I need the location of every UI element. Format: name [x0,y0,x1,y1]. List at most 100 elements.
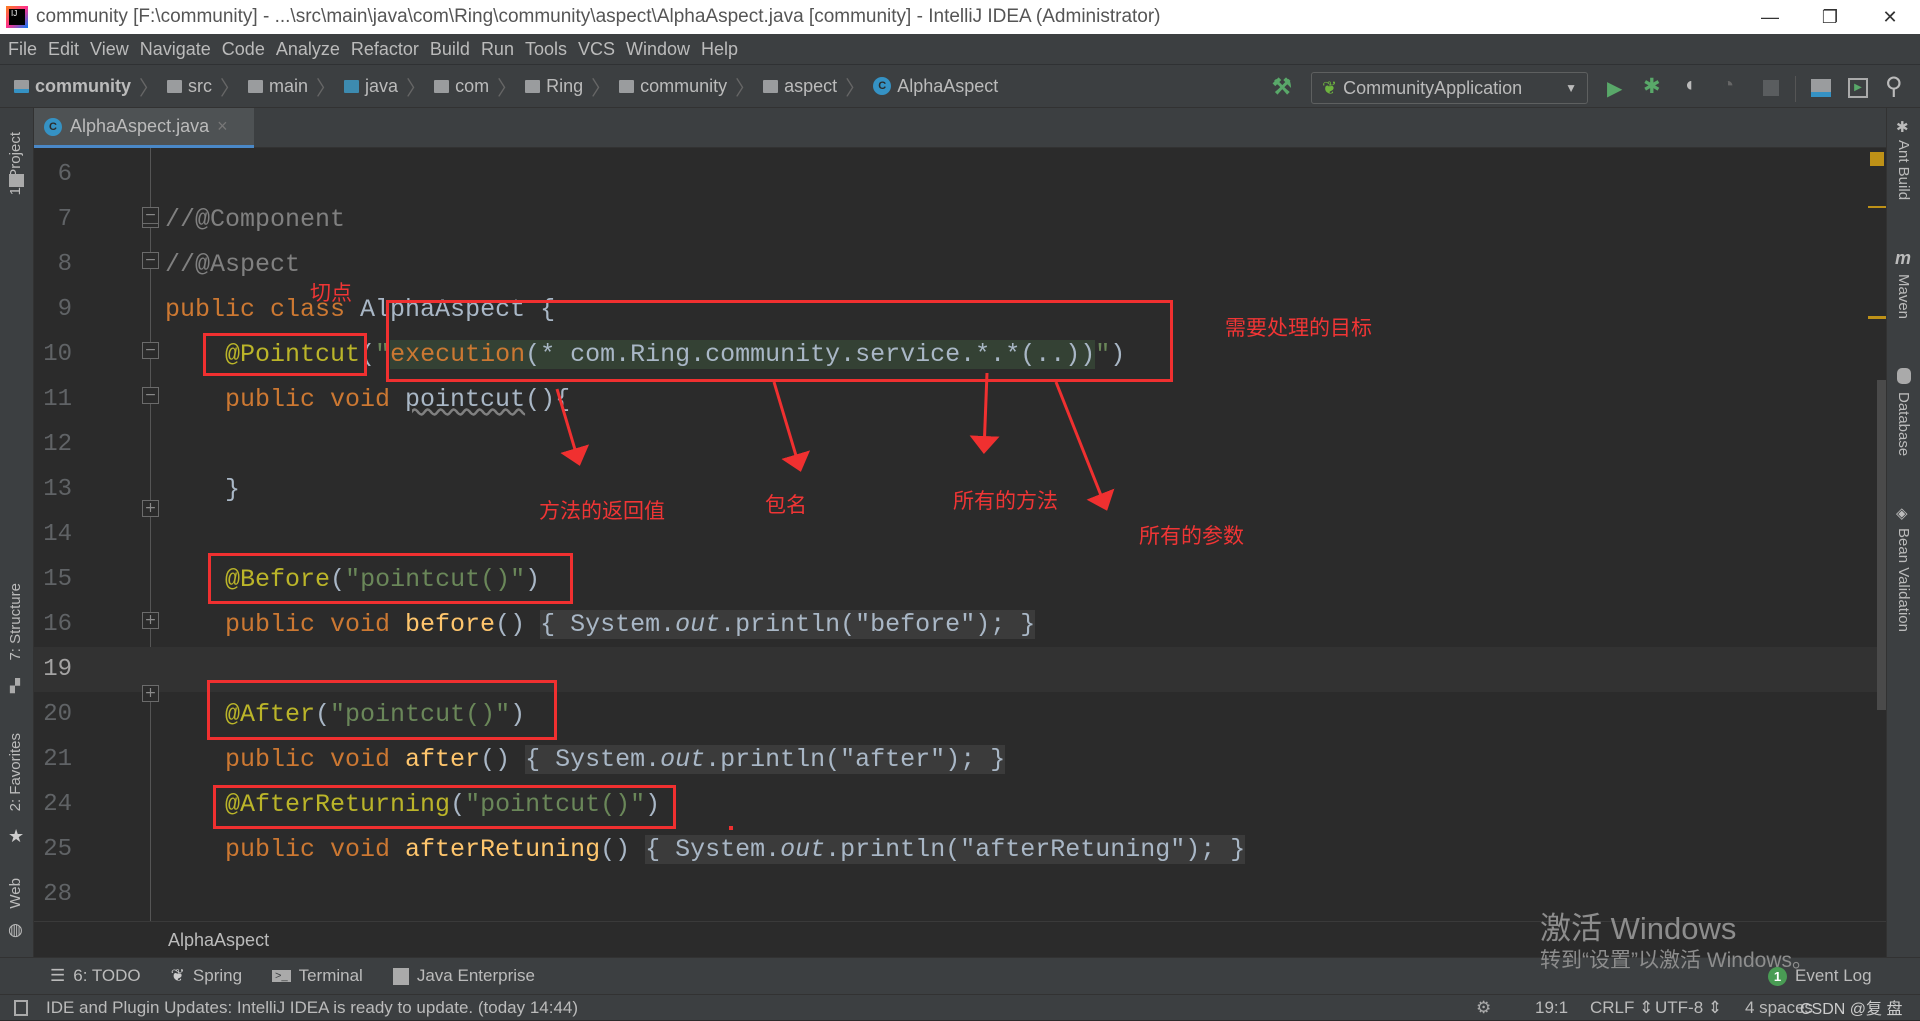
minimize-button[interactable]: — [1740,0,1800,34]
crumb-aspect[interactable]: aspect 〉 [763,72,873,101]
annotation-box-afterreturning [213,785,676,829]
crumb-community-pkg[interactable]: community 〉 [619,72,763,101]
code-line[interactable]: 21 public void after() { System.out.prin… [34,737,1886,782]
menu-vcs[interactable]: VCS [578,39,615,60]
code-token: afterRetuning [405,835,601,864]
code-token: { [645,835,676,864]
crumb-src[interactable]: src 〉 [167,72,248,101]
warning-marker[interactable] [1870,152,1884,166]
annotation-box-before [208,553,573,604]
fold-collapse-icon[interactable]: − [142,252,159,269]
code-token: public void [165,835,406,864]
menu-file[interactable]: File [8,39,37,60]
code-line[interactable]: 11 public void pointcut(){ [34,377,1886,422]
notification-icon[interactable] [14,1000,28,1016]
code-token: ); [945,745,976,774]
error-stripe-mark[interactable] [1868,316,1886,319]
menu-navigate[interactable]: Navigate [140,39,211,60]
code-line[interactable]: 14 [34,512,1886,557]
tool-bean-validation[interactable]: Bean Validation [1895,528,1912,632]
project-structure-icon[interactable] [1811,79,1831,97]
stop-icon[interactable] [1763,80,1779,96]
code-token: out [675,610,721,639]
crumb-java[interactable]: java 〉 [344,72,434,101]
run-configuration-select[interactable]: ❦ CommunityApplication ▼ [1311,72,1588,104]
menu-view[interactable]: View [90,39,129,60]
tool-terminal[interactable]: >_ Terminal [272,966,363,986]
left-tool-strip: 1: Project 7: Structure ▞ 2: Favorites ★… [0,108,34,994]
tab-alphaaspect-java[interactable]: C AlphaAspect.java × [34,108,254,148]
crumb-community[interactable]: community 〉 [14,72,167,101]
tool-database[interactable]: Database [1895,392,1912,456]
fold-collapse-icon[interactable]: − [142,387,159,404]
menu-analyze[interactable]: Analyze [276,39,340,60]
close-tab-icon[interactable]: × [217,116,228,137]
caret-position[interactable]: 19:1 [1535,995,1568,1021]
crumb-alphaaspect[interactable]: C AlphaAspect [873,76,998,97]
tool-favorites[interactable]: 2: Favorites [7,733,24,811]
crumb-ring[interactable]: Ring 〉 [525,72,619,101]
tool-todo[interactable]: ☰ 6: TODO [50,966,141,986]
breadcrumb-class[interactable]: AlphaAspect [168,930,269,950]
crumb-com[interactable]: com 〉 [434,72,525,101]
line-number: 7 [57,206,72,233]
run-window-icon[interactable]: ▶ [1848,78,1868,98]
code-line[interactable]: 16 public void before() { System.out.pri… [34,602,1886,647]
menu-build[interactable]: Build [430,39,470,60]
code-line[interactable]: 6 [34,152,1886,197]
bean-validation-icon: ◈ [1896,505,1908,522]
run-with-coverage-icon[interactable]: ◖ [1683,74,1695,97]
tool-structure[interactable]: 7: Structure [7,583,24,661]
debug-bug-icon[interactable]: ✱ [1643,74,1661,99]
tool-web[interactable]: Web [7,878,24,909]
restore-button[interactable]: ❐ [1800,0,1860,34]
search-icon[interactable]: ⚲ [1885,72,1903,101]
line-separator-select[interactable]: CRLF ⇕ [1590,995,1653,1021]
tool-java-enterprise[interactable]: Java Enterprise [392,966,535,986]
run-icon[interactable]: ▶ [1607,76,1622,101]
fold-collapse-icon[interactable]: − [142,207,159,224]
tool-label: 6: TODO [73,966,141,985]
code-token: "after" [840,745,946,774]
tool-ant-build[interactable]: Ant Build [1895,140,1912,200]
code-token: () [600,835,646,864]
chevron-right-icon: 〉 [406,77,427,100]
chevron-right-icon: 〉 [316,77,337,100]
fold-expand-icon[interactable]: + [142,500,159,517]
tool-spring[interactable]: ❦ Spring [171,966,242,986]
menu-edit[interactable]: Edit [48,39,79,60]
folder-icon [167,79,183,93]
code-text: public void before() { System.out.printl… [165,602,1036,647]
crumb-main[interactable]: main 〉 [248,72,344,101]
annotation-box-pointcut [203,333,367,376]
window-title: community [F:\community] - ...\src\main\… [36,6,1161,27]
menu-window[interactable]: Window [626,39,690,60]
fold-collapse-icon[interactable]: − [142,342,159,359]
vertical-scrollbar[interactable] [1877,380,1886,710]
menu-run[interactable]: Run [481,39,514,60]
profile-icon[interactable]: ◔ [1722,74,1734,97]
code-line[interactable]: 25 public void afterRetuning() { System.… [34,827,1886,872]
code-line[interactable]: 7 //@Component [34,197,1886,242]
menu-refactor[interactable]: Refactor [351,39,419,60]
build-hammer-icon[interactable]: ⚒ [1272,74,1292,100]
java-ee-icon [392,967,409,985]
crumb-label: community [640,75,728,96]
fold-expand-icon[interactable]: + [142,685,159,702]
encoding-select[interactable]: UTF-8 ⇕ [1655,995,1722,1021]
code-line[interactable]: 12 [34,422,1886,467]
menu-help[interactable]: Help [701,39,738,60]
close-window-button[interactable]: ✕ [1860,0,1920,34]
error-stripe-mark[interactable] [1868,206,1886,208]
chevron-right-icon: 〉 [497,77,518,100]
menu-code[interactable]: Code [222,39,265,60]
tool-maven[interactable]: Maven [1895,274,1912,319]
chevron-down-icon: ▼ [1565,81,1577,95]
menu-tools[interactable]: Tools [525,39,567,60]
chevron-right-icon: 〉 [591,77,612,100]
line-number: 14 [43,521,72,548]
code-token: out [660,745,706,774]
settings-gear-icon[interactable]: ⚙ [1476,995,1491,1021]
status-message[interactable]: IDE and Plugin Updates: IntelliJ IDEA is… [46,995,578,1021]
fold-expand-icon[interactable]: + [142,612,159,629]
